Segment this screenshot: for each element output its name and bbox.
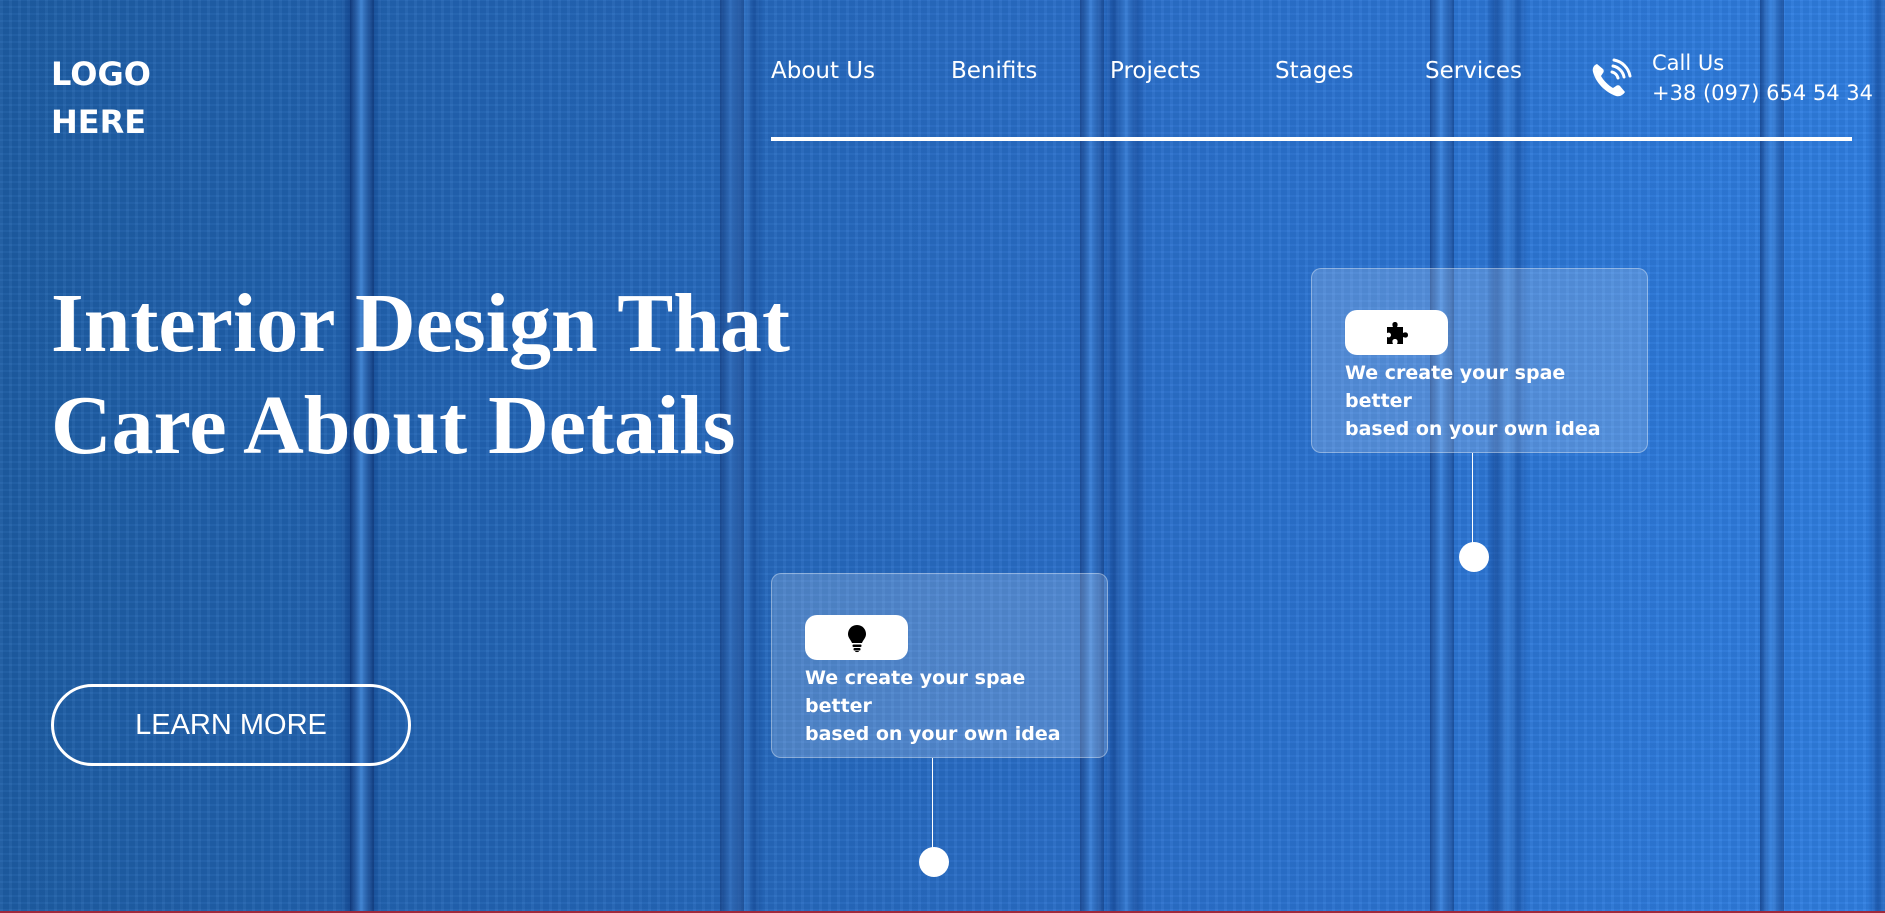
nav-link-projects[interactable]: Projects [1110, 58, 1201, 84]
nav-link-stages[interactable]: Stages [1275, 58, 1353, 84]
card-connector-line [932, 758, 933, 848]
feature-card: We create your spae better based on your… [1311, 268, 1648, 453]
logo-line-1: LOGO [51, 55, 151, 93]
feature-card-text-line-1: We create your spae better [805, 667, 1026, 717]
feature-card-text: We create your spae better based on your… [1345, 359, 1635, 443]
feature-card: We create your spae better based on your… [771, 573, 1108, 758]
nav-divider [771, 137, 1852, 141]
logo-line-2: HERE [51, 103, 147, 141]
feature-card-icon-pill [1345, 310, 1448, 355]
feature-card-text-line-2: based on your own idea [1345, 418, 1601, 440]
hero-headline: Interior Design That Care About Details [51, 273, 951, 477]
hero-headline-line-2: Care About Details [51, 379, 736, 472]
phone-call-icon [1592, 58, 1632, 97]
feature-card-text-line-2: based on your own idea [805, 723, 1061, 745]
timeline-dot[interactable] [1459, 542, 1489, 572]
puzzle-piece-icon [1386, 321, 1408, 344]
call-us-text: Call Us +38 (097) 654 54 34 [1652, 48, 1873, 108]
hero-section: LOGO HERE About Us Benifits Projects Sta… [0, 0, 1885, 911]
nav-link-about-us[interactable]: About Us [771, 58, 875, 84]
call-us[interactable]: Call Us +38 (097) 654 54 34 [1588, 48, 1873, 108]
feature-card-text-line-1: We create your spae better [1345, 362, 1566, 412]
nav-link-benifits[interactable]: Benifits [951, 58, 1037, 84]
feature-card-icon-pill [805, 615, 908, 660]
lightbulb-icon [847, 624, 866, 652]
nav-link-services[interactable]: Services [1425, 58, 1522, 84]
call-us-label: Call Us [1652, 51, 1725, 75]
logo[interactable]: LOGO HERE [51, 50, 201, 146]
phone-number[interactable]: +38 (097) 654 54 34 [1652, 78, 1873, 108]
feature-card-text: We create your spae better based on your… [805, 664, 1095, 748]
hero-headline-line-1: Interior Design That [51, 277, 790, 370]
timeline-dot[interactable] [919, 847, 949, 877]
card-connector-line [1472, 453, 1473, 543]
learn-more-button[interactable]: LEARN MORE [51, 684, 411, 766]
